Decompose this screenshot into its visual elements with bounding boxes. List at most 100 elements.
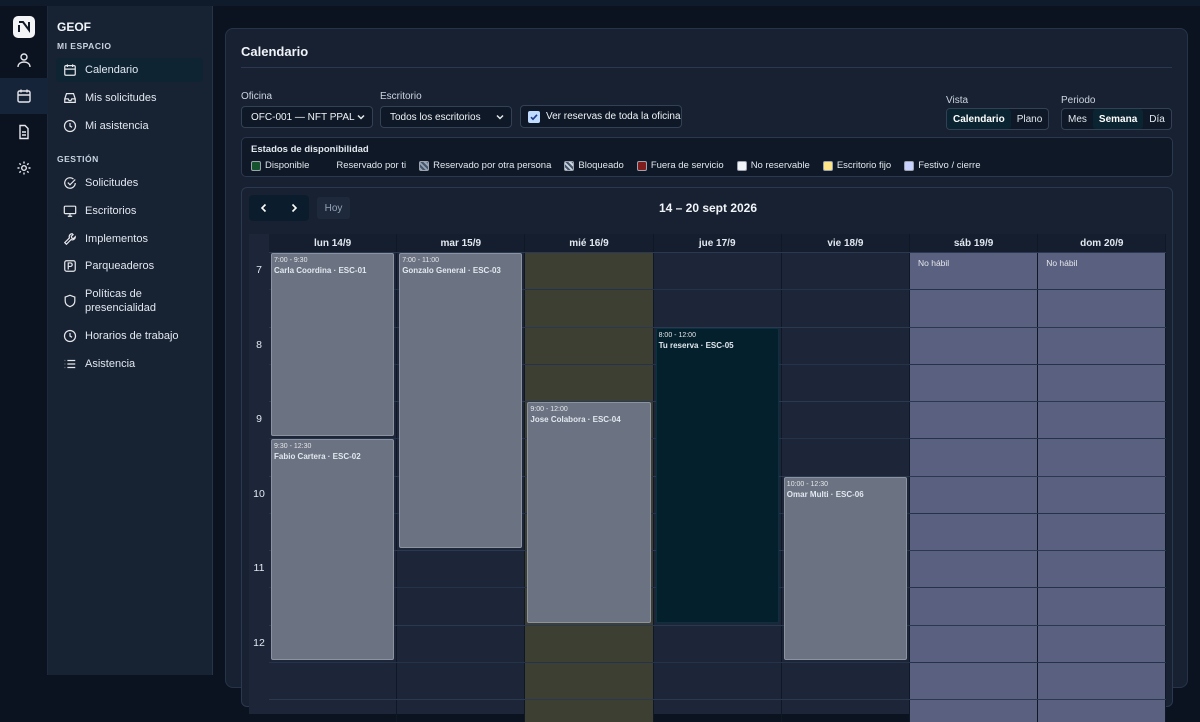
clock-icon [63,119,77,133]
legend-swatch [636,160,647,171]
reservation-name: Gonzalo General · ESC-03 [402,266,501,275]
hour-label: 7 [256,264,262,276]
sidebar-item-mis-solicitudes[interactable]: Mis solicitudes [56,86,203,110]
grid-line [269,699,1167,700]
sidebar-item-parqueaderos[interactable]: Parqueaderos [56,254,203,278]
sidebar-item-label: Calendario [85,64,139,76]
sidebar-item-calendario[interactable]: Calendario [56,58,203,82]
calendar-icon[interactable] [12,84,36,108]
office-select-value: OFC-001 — NFT PPAL [251,111,355,123]
desk-label: Escritorio [380,91,422,102]
whole-office-label: Ver reservas de toda la oficina [546,111,681,122]
legend-label: Reservado por ti [336,160,407,171]
hour-label: 10 [253,487,265,500]
reservation-time: 9:30 - 12:30 [274,443,312,451]
reservation-block[interactable]: 9:30 - 12:30 Fabio Cartera · ESC-02 [271,439,395,660]
view-calendario[interactable]: Calendario [947,109,1011,129]
app-title: GEOF [57,20,92,34]
reservation-time: 10:00 - 12:30 [786,480,829,488]
office-select[interactable]: OFC-001 — NFT PPAL [241,106,373,128]
grid-line [269,624,1167,626]
view-label: Vista [946,95,969,106]
sidebar-item-politicas[interactable]: Políticas de presencialidad [56,284,203,318]
inbox-icon [64,93,76,103]
clock-icon [63,329,77,343]
day-header: jue 17/9 [653,234,782,252]
legend-title: Estados de disponibilidad [251,144,369,155]
period-semana[interactable]: Semana [1092,109,1144,129]
parking-icon [64,260,76,272]
sidebar-item-label: Escritorios [85,205,137,217]
main-card: Calendario Oficina OFC-001 — NFT PPAL Es… [225,28,1188,722]
day-header: sáb 19/9 [910,234,1039,252]
view-plano[interactable]: Plano [1011,109,1049,129]
prev-week-button[interactable] [249,195,279,221]
icon-rail [0,6,48,675]
sidebar-item-mi-asistencia[interactable]: Mi asistencia [56,114,203,138]
reservation-block[interactable]: 8:00 - 12:00 Tu reserva · ESC-05 [655,327,779,623]
sidebar-item-solicitudes[interactable]: Solicitudes [56,171,203,195]
shield-icon [64,294,76,308]
no-habil-label: No hábil [1046,258,1078,268]
next-week-button[interactable] [279,195,309,221]
legend-item: Reservado por otra persona [419,160,551,171]
hour-label: 9 [256,413,262,425]
legend-item: Festivo / cierre [904,160,981,171]
reservation-name: Fabio Cartera · ESC-02 [274,452,361,462]
sidebar-item-escritorios[interactable]: Escritorios [56,199,203,223]
sidebar-item-label: Mi asistencia [85,120,149,132]
reservation-time: 7:00 - 11:00 [402,257,440,264]
reservation-name: Carla Coordina · ESC-01 [274,266,367,275]
period-toggle: Mes Semana Día [1061,108,1172,130]
reservation-block[interactable]: 9:00 - 12:00 Jose Colabora · ESC-04 [527,402,651,623]
view-toggle: Calendario Plano [946,108,1050,130]
chevron-down-icon [496,114,504,120]
week-grid: lun 14/9 mar 15/9 mié 16/9 jue 17/9 vie 18/9… [249,234,1167,722]
hour-label: 12 [253,636,265,649]
user-icon[interactable] [12,48,36,72]
sidebar: GEOF MI ESPACIO Calendario Mis solicitud… [48,6,213,675]
desk-select[interactable]: Todos los escritorios [380,106,512,128]
list-icon [64,359,76,369]
section-gestion: GESTIÓN [57,154,99,164]
hour-label: 11 [253,562,265,574]
sidebar-item-implementos[interactable]: Implementos [56,227,203,251]
reservation-block[interactable]: 7:00 - 11:00 Gonzalo General · ESC-03 [399,253,523,548]
legend-swatch [322,160,333,171]
reservation-block[interactable]: 7:00 - 9:30 Carla Coordina · ESC-01 [271,253,395,437]
check-circle-icon [64,177,76,189]
monitor-icon [63,205,77,217]
day-header: dom 20/9 [1038,234,1167,252]
grid-line [269,661,1167,663]
app-logo-icon[interactable] [13,16,35,38]
chevron-left-icon [260,203,267,213]
calendar-panel: 14 – 20 sept 2026 Hoy lun 14/9 mar 15/9 mi… [241,187,1173,722]
legend-label: No reservable [750,160,810,171]
legend-item: Escritorio fijo [822,160,891,171]
period-mes[interactable]: Mes [1062,109,1093,129]
sidebar-item-label: Políticas de presencialidad [85,288,156,314]
checkbox[interactable] [528,110,540,123]
period-dia[interactable]: Día [1143,109,1171,129]
legend-item: Disponible [251,160,309,171]
day-column[interactable] [1038,252,1167,722]
availability-legend: Estados de disponibilidad Disponible Rese… [241,137,1173,177]
sidebar-item-asistencia[interactable]: Asistencia [56,352,203,376]
day-column[interactable] [910,252,1039,722]
week-nav [249,195,309,221]
reservation-time: 9:00 - 12:00 [530,406,568,413]
legend-item: Bloqueado [564,160,624,171]
gear-icon[interactable] [12,156,36,180]
document-icon[interactable] [12,120,36,144]
sidebar-item-label: Mis solicitudes [85,92,157,104]
reservation-block[interactable]: 10:00 - 12:30 Omar Multi · ESC-06 [783,476,907,660]
reservation-time: 8:00 - 12:00 [658,331,696,339]
office-label: Oficina [241,91,273,102]
sidebar-item-horarios[interactable]: Horarios de trabajo [56,324,203,348]
reservation-name: Jose Colabora · ESC-04 [530,415,621,424]
whole-office-toggle[interactable]: Ver reservas de toda la oficina [520,105,682,128]
page-title: Calendario [241,44,309,59]
today-button[interactable]: Hoy [317,197,350,219]
sidebar-item-label: Asistencia [85,358,136,370]
date-range: 14 – 20 sept 2026 [658,201,758,215]
